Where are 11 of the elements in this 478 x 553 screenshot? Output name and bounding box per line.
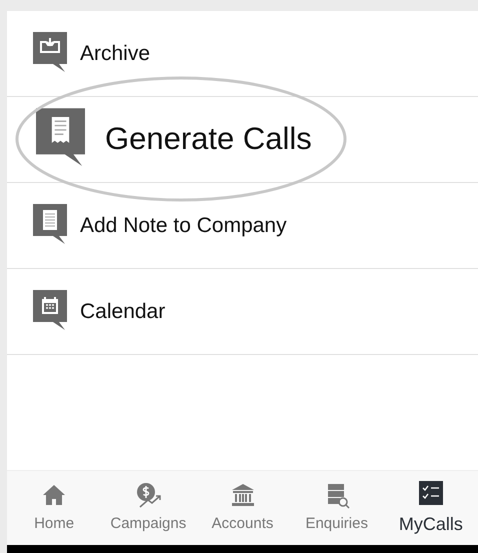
- menu-item[interactable]: Calendar: [7, 269, 478, 355]
- nav-tab[interactable]: Home: [7, 471, 102, 545]
- nav-tab[interactable]: Accounts: [195, 471, 290, 545]
- dollar-coin-icon: [134, 481, 162, 509]
- nav-tab[interactable]: MyCalls: [384, 471, 478, 545]
- nav-tab[interactable]: Campaigns: [101, 471, 196, 545]
- menu-item[interactable]: Generate Calls: [7, 97, 478, 183]
- checklist-icon: [416, 479, 445, 507]
- menu-item[interactable]: Archive: [7, 11, 478, 97]
- nav-tab[interactable]: Enquiries: [290, 471, 384, 545]
- menu-item[interactable]: Add Note to Company: [7, 183, 478, 269]
